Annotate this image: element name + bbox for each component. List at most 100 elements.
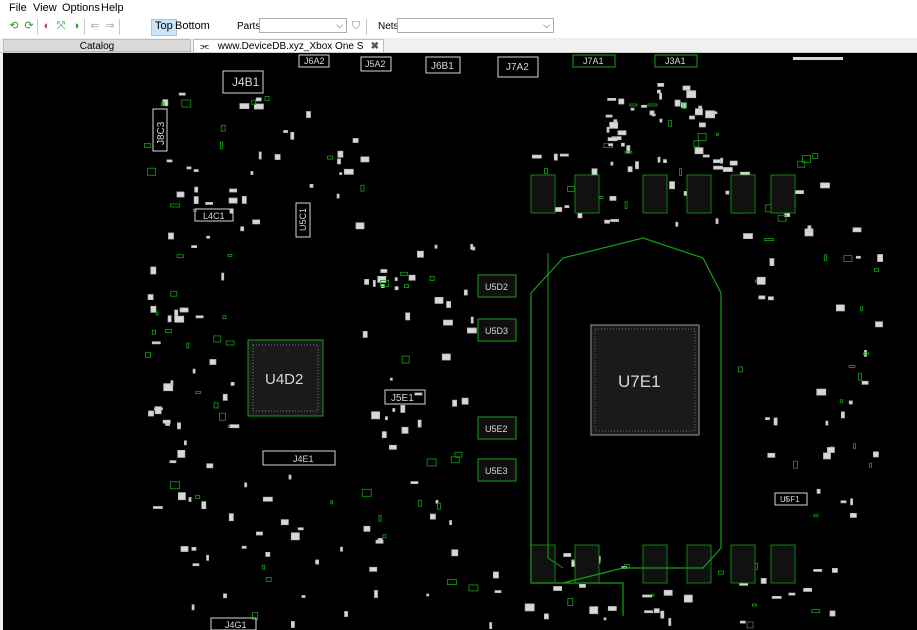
zoom-in-icon[interactable]: ◑	[70, 20, 82, 32]
pcb-pad	[372, 279, 376, 287]
pcb-pad	[663, 589, 673, 596]
pcb-pad	[206, 463, 214, 469]
j4e1-label: J4E1	[293, 454, 314, 464]
pcb-pad	[392, 408, 396, 412]
pcb-pad	[746, 621, 754, 629]
toolbar: ⟲ ⟳ ◐ ⤧ ◑ ⇐ ⇒ Top Bottom Parts: ⌵ ⛉ Nets…	[0, 16, 917, 38]
pcb-canvas[interactable]: U7E1 U4D2 J4B1 J8C3 J6A2 J5A2 J6B1 J7A2 …	[3, 53, 917, 630]
j7a2-label: J7A2	[506, 62, 529, 73]
u5e2-label: U5E2	[485, 424, 508, 434]
pcb-pad	[873, 451, 879, 458]
pcb-pad	[618, 98, 625, 105]
pcb-pad	[841, 411, 845, 419]
pcb-pad	[264, 96, 270, 101]
pcb-pad	[869, 462, 872, 468]
pcb-pad	[364, 278, 370, 285]
pcb-pad	[524, 603, 535, 612]
pcb-pad	[195, 495, 201, 499]
pcb-pad	[255, 531, 263, 536]
close-icon[interactable]: ✖	[371, 40, 379, 53]
pcb-pad	[609, 121, 619, 129]
pcb-pad	[604, 219, 610, 224]
arrow-left-icon[interactable]: ⇐	[89, 20, 101, 32]
pcb-pad	[192, 368, 196, 374]
tab-catalog[interactable]: Catalog	[3, 39, 191, 52]
toolbar-separator	[366, 19, 367, 35]
zoom-fit-icon[interactable]: ⤧	[55, 20, 67, 32]
menu-view[interactable]: View	[33, 2, 57, 14]
pcb-pad	[371, 411, 381, 420]
pcb-pad	[864, 349, 867, 357]
pcb-pad	[610, 219, 619, 222]
memory-chip	[642, 174, 668, 214]
pcb-pad	[463, 289, 468, 296]
pcb-pad	[567, 598, 574, 606]
pcb-pad	[659, 92, 662, 100]
pcb-pad	[280, 519, 289, 526]
pcb-pad	[144, 143, 151, 148]
pcb-pad	[228, 197, 238, 204]
refresh-green-icon[interactable]: ⟲	[8, 20, 20, 32]
pcb-pad	[384, 416, 388, 421]
pcb-pad	[443, 319, 453, 326]
parts-combobox[interactable]: ⌵	[259, 18, 347, 33]
pcb-pad	[252, 219, 261, 225]
pcb-pad	[624, 201, 628, 210]
pcb-pad	[698, 105, 703, 109]
arrow-right-icon[interactable]: ⇒	[104, 20, 116, 32]
pcb-pad	[743, 233, 753, 240]
nets-combobox[interactable]: ⌵	[397, 18, 554, 33]
pcb-pad	[657, 89, 661, 94]
pcb-pad	[315, 559, 320, 565]
pcb-pad	[752, 603, 757, 607]
pcb-pad	[848, 400, 853, 405]
chevron-down-icon: ⌵	[336, 20, 343, 30]
memory-chip	[642, 544, 668, 584]
pcb-pad	[229, 188, 238, 193]
u5d3-label: U5D3	[485, 326, 508, 336]
pcb-pad	[228, 513, 234, 522]
tab-strip: Catalog ⫘ www.DeviceDB.xyz_Xbox One S Ed…	[0, 38, 917, 65]
pcb-pad	[327, 155, 333, 160]
pcb-pad	[363, 525, 371, 532]
pcb-pad	[168, 232, 174, 240]
tab-board-file[interactable]: ⫘ www.DeviceDB.xyz_Xbox One S Edmonton ✖	[193, 39, 384, 65]
pcb-pad	[674, 99, 681, 107]
menu-file[interactable]: File	[9, 2, 27, 14]
pcb-pad	[253, 103, 264, 110]
pcb-pad	[861, 380, 869, 385]
pcb-pad	[417, 499, 422, 507]
bottom-side-button[interactable]: Bottom	[172, 19, 213, 34]
pcb-pad	[603, 617, 607, 621]
pcb-pad	[239, 103, 250, 109]
pcb-pad	[829, 610, 836, 617]
filter-icon[interactable]: ⛉	[350, 20, 362, 32]
pcb-pad	[630, 107, 635, 111]
pcb-pad	[404, 284, 410, 289]
pcb-pad	[793, 460, 798, 469]
refresh-green-icon[interactable]: ⟳	[23, 20, 35, 32]
pcb-pad	[192, 563, 200, 567]
menu-help[interactable]: Help	[101, 2, 124, 14]
menu-options[interactable]: Options	[62, 2, 100, 14]
pcb-pad	[492, 571, 499, 579]
pcb-pad	[660, 610, 665, 619]
pcb-pad	[494, 590, 502, 593]
pcb-pad	[466, 327, 477, 334]
pcb-pad	[176, 191, 185, 198]
pcb-pad	[241, 545, 247, 549]
pcb-pad	[836, 304, 845, 312]
pcb-pad	[722, 167, 733, 172]
pcb-pad	[290, 532, 300, 541]
pcb-pad	[429, 275, 435, 281]
memory-chip	[686, 174, 712, 214]
zoom-out-icon[interactable]: ◐	[41, 20, 53, 32]
board-marker	[793, 57, 843, 60]
pcb-pad	[605, 114, 613, 118]
pcb-pad	[177, 449, 186, 458]
pcb-pad	[170, 203, 180, 208]
pcb-pad	[641, 104, 647, 108]
pcb-board-view[interactable]: U7E1 U4D2 J4B1 J8C3 J6A2 J5A2 J6B1 J7A2 …	[3, 53, 917, 630]
pcb-pad	[193, 196, 199, 205]
pcb-pad	[807, 225, 812, 233]
